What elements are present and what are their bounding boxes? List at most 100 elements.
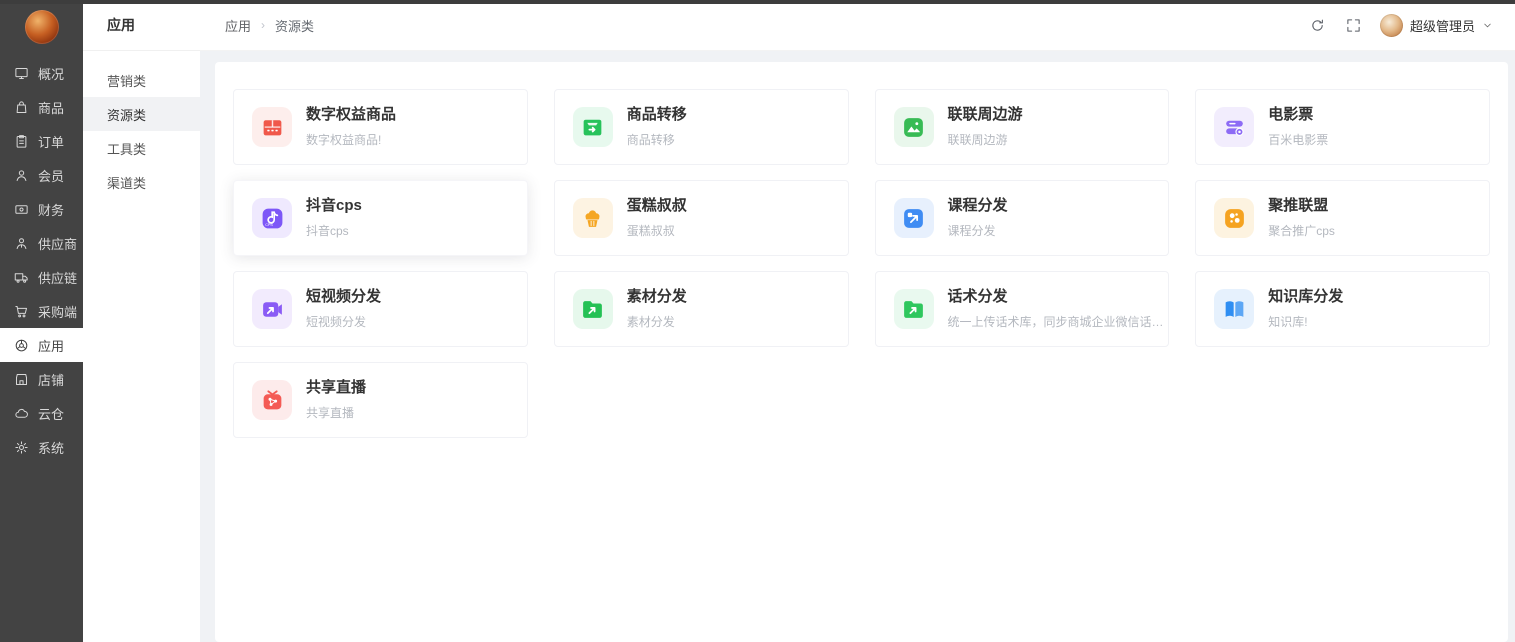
sidebar-item-cloud-warehouse[interactable]: 云仓 [0,396,83,430]
app-card-shared-live[interactable]: 共享直播 共享直播 [233,362,528,438]
sidebar-item-label: 店铺 [38,372,65,388]
topbar-right: 超级管理员 [1308,13,1493,37]
sidebar-item-members[interactable]: 会员 [0,158,83,192]
brand-logo [24,10,59,44]
card-title: 联联周边游 [947,106,1023,123]
card-text: 课程分发 课程分发 [948,197,1008,239]
app-card-course-share[interactable]: 课程分发 课程分发 [874,180,1170,256]
sidebar-item-label: 云仓 [38,406,65,422]
sidebar-item-supply-chain[interactable]: 供应链 [0,260,83,294]
user-name: 超级管理员 [1409,18,1475,34]
sidebar-item-label: 供应链 [38,270,78,286]
fullscreen-button[interactable] [1344,15,1364,35]
app-card-local-tour[interactable]: 联联周边游 联联周边游 [874,89,1170,165]
app-root: 概况 商品 订单 会员 财务 供应商 供应链 采购端 应用 店铺 云仓 系统 应… [0,0,1515,642]
chevron-down-icon [1484,23,1491,27]
card-title: 话术分发 [947,288,1008,305]
card-subtitle: 统一上传话术库，同步商城企业微信话术库 [947,315,1169,329]
app-card-material-share[interactable]: 素材分发 素材分发 [553,271,849,347]
card-text: 短视频分发 短视频分发 [306,288,381,330]
card-subtitle: 素材分发 [626,315,675,329]
card-title: 蛋糕叔叔 [626,197,687,214]
card-text: 素材分发 素材分发 [627,288,687,330]
sidebar-item-label: 财务 [38,202,65,218]
content-area: 应用 › 资源类 超级管理员 数字权益商品 数字权益商品! 商品转移 商品转移 … [200,0,1515,642]
sidebar-item-supplier[interactable]: 供应商 [0,226,83,260]
submenu-item-channels[interactable]: 渠道类 [83,165,200,199]
card-subtitle: 蛋糕叔叔 [626,224,675,238]
apps-panel: 数字权益商品 数字权益商品! 商品转移 商品转移 联联周边游 联联周边游 电影票… [215,62,1508,642]
card-title: 素材分发 [626,288,687,305]
goods-transfer-icon [572,107,613,147]
breadcrumb-resources: 资源类 [275,18,315,34]
refresh-icon [1312,19,1324,31]
secondary-sidebar: 应用 营销类 资源类 工具类 渠道类 [83,0,200,642]
card-title: 聚推联盟 [1268,197,1329,214]
jutui-alliance-icon [1214,198,1255,238]
course-share-icon [893,198,934,238]
app-card-movie-ticket[interactable]: 电影票 百米电影票 [1195,89,1490,165]
submenu-list: 营销类 资源类 工具类 渠道类 [83,51,200,199]
primary-sidebar: 概况 商品 订单 会员 财务 供应商 供应链 采购端 应用 店铺 云仓 系统 [0,0,83,642]
card-subtitle: 联联周边游 [947,133,1008,147]
sidebar-item-label: 应用 [38,338,65,354]
sidebar-item-apps[interactable]: 应用 [0,328,83,362]
card-subtitle: 数字权益商品! [306,133,382,147]
overview-monitor-icon [15,67,28,79]
sidebar-item-procurement[interactable]: 采购端 [0,294,83,328]
card-subtitle: 短视频分发 [306,315,367,329]
app-card-goods-transfer[interactable]: 商品转移 商品转移 [553,89,849,165]
goods-bag-icon [16,100,27,113]
card-text: 知识库分发 知识库! [1268,288,1343,330]
members-person-icon [16,169,27,181]
user-avatar [1379,13,1403,37]
sidebar-item-goods[interactable]: 商品 [0,90,83,124]
submenu-item-resources[interactable]: 资源类 [83,97,200,131]
primary-nav: 概况 商品 订单 会员 财务 供应商 供应链 采购端 应用 店铺 云仓 系统 [0,56,83,464]
app-card-script-share[interactable]: 话术分发 统一上传话术库，同步商城企业微信话术库 [874,271,1170,347]
app-card-short-video-share[interactable]: 短视频分发 短视频分发 [233,271,528,347]
sidebar-item-orders[interactable]: 订单 [0,124,83,158]
sidebar-item-store[interactable]: 店铺 [0,362,83,396]
breadcrumb: 应用 › 资源类 [225,16,314,35]
app-card-digital-goods[interactable]: 数字权益商品 数字权益商品! [233,89,528,165]
submenu-item-tools[interactable]: 工具类 [83,131,200,165]
supplier-person-icon [16,237,27,249]
apps-wheel-icon [15,339,28,351]
sidebar-item-label: 概况 [38,66,65,82]
app-card-jutui-alliance[interactable]: 聚推联盟 聚合推广cps [1195,180,1490,256]
card-title: 商品转移 [626,106,687,123]
sidebar-item-label: 会员 [38,168,65,184]
card-subtitle: 百米电影票 [1268,133,1329,147]
card-title: 共享直播 [306,379,367,396]
card-subtitle: 课程分发 [947,224,996,238]
card-text: 数字权益商品 数字权益商品! [306,106,396,148]
sidebar-item-label: 商品 [38,100,65,116]
sidebar-item-system[interactable]: 系统 [0,430,83,464]
card-subtitle: 聚合推广cps [1268,224,1335,238]
card-title: 电影票 [1268,106,1314,123]
sidebar-item-label: 供应商 [38,236,78,252]
sidebar-item-overview[interactable]: 概况 [0,56,83,90]
card-title: 数字权益商品 [306,106,397,123]
topbar: 应用 › 资源类 超级管理员 [200,0,1515,51]
app-card-douyin-cps[interactable]: CPS 抖音cps 抖音cps [233,180,528,256]
refresh-button[interactable] [1308,15,1328,35]
breadcrumb-apps[interactable]: 应用 [225,16,251,35]
movie-ticket-icon [1214,107,1255,147]
user-dropdown[interactable]: 超级管理员 [1379,13,1493,37]
script-share-icon [893,289,934,329]
sidebar-item-finance[interactable]: 财务 [0,192,83,226]
app-card-knowledge-share[interactable]: 知识库分发 知识库! [1195,271,1490,347]
submenu-title: 应用 [83,0,200,51]
card-title: 知识库分发 [1268,288,1344,305]
card-text: 抖音cps 抖音cps [306,197,362,239]
card-subtitle: 抖音cps [306,224,349,238]
app-card-cake[interactable]: 蛋糕叔叔 蛋糕叔叔 [553,180,849,256]
submenu-item-marketing[interactable]: 营销类 [83,63,200,97]
procurement-cart-icon [15,305,27,317]
svg-text:CPS: CPS [265,223,273,227]
system-gear-icon [15,440,28,454]
knowledge-book-icon [1214,289,1255,329]
card-title: 抖音cps [306,197,362,214]
